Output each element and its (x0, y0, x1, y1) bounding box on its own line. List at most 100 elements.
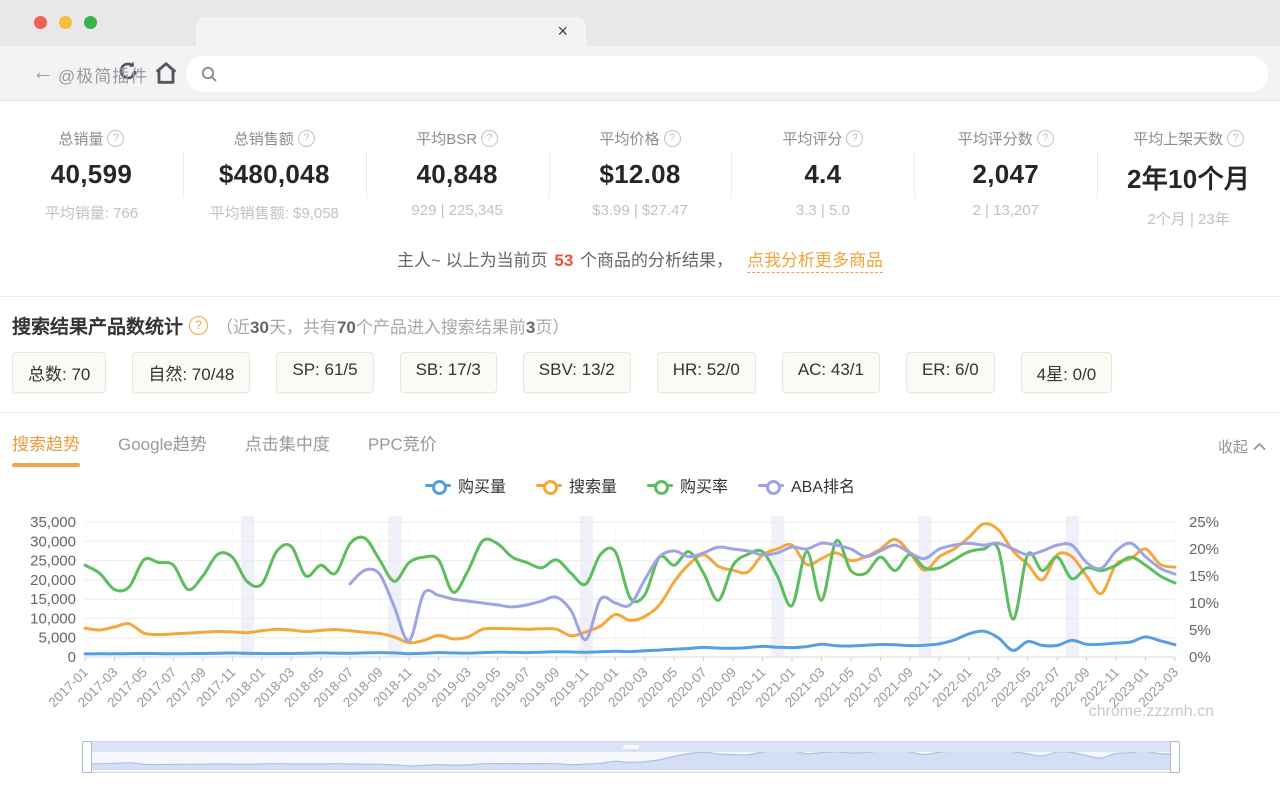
note-segment: 30 (250, 318, 269, 337)
divider (0, 296, 1280, 297)
stat-sub: 2个月 | 23年 (1097, 208, 1280, 229)
datazoom-selected-range[interactable] (86, 742, 1176, 752)
datazoom-left-handle[interactable] (82, 741, 92, 773)
minimize-window-button[interactable] (59, 16, 72, 29)
tab-4[interactable]: PPC竞价 (368, 430, 437, 467)
y-axis-right-tick: 25% (1189, 514, 1219, 531)
window-controls (34, 16, 97, 29)
maximize-window-button[interactable] (84, 16, 97, 29)
stat-sub: 3.3 | 5.0 (731, 202, 914, 219)
y-axis-left-tick: 25,000 (30, 553, 76, 570)
stat-badge[interactable]: HR: 52/0 (657, 352, 756, 393)
stat-label: 平均价格? (600, 128, 681, 149)
divider (0, 412, 1280, 413)
legend-item[interactable]: 搜索量 (536, 473, 617, 497)
stat-value: $12.08 (549, 159, 732, 190)
help-icon[interactable]: ? (664, 130, 681, 147)
stat-label-text: 平均评分数 (958, 128, 1033, 149)
y-axis-right-tick: 5% (1189, 622, 1211, 639)
legend-label: 搜索量 (569, 473, 617, 497)
note-segment: 70 (337, 318, 356, 337)
y-axis-left-tick: 5,000 (38, 630, 76, 647)
stat-label-text: 总销售额 (234, 128, 294, 149)
stat-badge[interactable]: AC: 43/1 (782, 352, 880, 393)
stat-label: 平均BSR? (416, 128, 498, 149)
y-axis-left-tick: 15,000 (30, 591, 76, 608)
stat-label-text: 平均评分 (782, 128, 842, 149)
help-icon[interactable]: ? (298, 130, 315, 147)
note-segment: 天，共有 (269, 318, 337, 337)
chart-legend: 购买量 搜索量 购买率 ABA排名 (0, 473, 1280, 497)
stats-row: 总销量?40,599平均销量: 766总销售额?$480,048平均销售额: $… (0, 116, 1280, 229)
note-segment: 页） (535, 318, 569, 337)
stat-card: 平均评分数?2,0472 | 13,207 (914, 116, 1097, 229)
back-icon[interactable]: ← (32, 59, 54, 85)
product-count: 53 (552, 251, 575, 270)
close-window-button[interactable] (34, 16, 47, 29)
collapse-button[interactable]: 收起 (1218, 436, 1266, 457)
overlay-watermark: @极简插件 (58, 62, 148, 87)
stat-label: 平均评分? (782, 128, 863, 149)
page: × ← @极简插件 总销量?40,599平均销量: 766总销售额?$480,0… (0, 0, 1280, 800)
legend-marker-icon (536, 480, 562, 490)
y-axis-right-tick: 20% (1189, 541, 1219, 558)
tab-2[interactable]: Google趋势 (118, 430, 207, 467)
legend-item[interactable]: 购买量 (425, 473, 506, 497)
note-segment: （近 (216, 318, 250, 337)
legend-label: 购买量 (458, 473, 506, 497)
legend-label: 购买率 (680, 473, 728, 497)
help-icon[interactable]: ? (107, 130, 124, 147)
tab-close-icon[interactable]: × (557, 20, 568, 42)
y-axis-left-tick: 35,000 (30, 514, 76, 531)
help-icon[interactable]: ? (481, 130, 498, 147)
stat-sub: 平均销量: 766 (0, 202, 183, 223)
home-icon[interactable] (152, 59, 180, 92)
help-icon[interactable]: ? (189, 316, 208, 335)
stat-badge[interactable]: SBV: 13/2 (523, 352, 631, 393)
legend-item[interactable]: ABA排名 (758, 473, 855, 497)
section-note: （近30天，共有70个产品进入搜索结果前3页） (216, 313, 569, 338)
browser-tab[interactable]: × (196, 17, 586, 47)
stat-sub: 2 | 13,207 (914, 202, 1097, 219)
search-stats-header: 搜索结果产品数统计 ? （近30天，共有70个产品进入搜索结果前3页） (12, 312, 569, 339)
stat-badge[interactable]: SB: 17/3 (400, 352, 497, 393)
datazoom-right-handle[interactable] (1170, 741, 1180, 773)
stat-badge[interactable]: 自然: 70/48 (132, 352, 250, 393)
browser-chrome: × ← @极简插件 (0, 0, 1280, 100)
legend-item[interactable]: 购买率 (647, 473, 728, 497)
note-segment: 个产品进入搜索结果前 (356, 318, 526, 337)
page-watermark: chrome.zzzmh.cn (1089, 703, 1214, 721)
address-bar[interactable] (186, 56, 1268, 92)
y-axis-right-tick: 0% (1189, 649, 1211, 666)
stat-badge[interactable]: 总数: 70 (12, 352, 106, 393)
stat-label-text: 平均上架天数 (1133, 128, 1223, 149)
y-axis-left-tick: 0 (68, 649, 76, 666)
search-icon (200, 65, 218, 83)
y-axis-right-tick: 15% (1189, 568, 1219, 585)
tab-3[interactable]: 点击集中度 (245, 430, 330, 467)
summary-text: 个商品的分析结果， (575, 251, 733, 270)
datazoom-drag-notch[interactable] (623, 745, 639, 749)
help-icon[interactable]: ? (846, 130, 863, 147)
stat-card: 平均评分? 4.4 3.3 | 5.0 (731, 116, 914, 229)
summary-text: 主人~ 以上为当前页 (397, 251, 552, 270)
stat-badge[interactable]: ER: 6/0 (906, 352, 995, 393)
analyze-more-link[interactable]: 点我分析更多商品 (747, 251, 883, 273)
stat-value: 40,848 (366, 159, 549, 190)
tab-1[interactable]: 搜索趋势 (12, 430, 80, 467)
stat-label-text: 平均BSR (416, 128, 477, 149)
stat-badge[interactable]: 4星: 0/0 (1021, 352, 1113, 393)
badge-row: 总数: 70 自然: 70/48 SP: 61/5 SB: 17/3 SBV: 13/2… (12, 352, 1112, 393)
stat-value: 4.4 (731, 159, 914, 190)
stat-badge[interactable]: SP: 61/5 (276, 352, 373, 393)
stat-value: 40,599 (0, 159, 183, 190)
stat-label: 平均上架天数? (1133, 128, 1244, 149)
help-icon[interactable]: ? (1037, 130, 1054, 147)
help-icon[interactable]: ? (1227, 130, 1244, 147)
datazoom-slider[interactable] (85, 741, 1177, 773)
y-axis-left-tick: 20,000 (30, 572, 76, 589)
stat-value: 2年10个月 (1097, 159, 1280, 196)
collapse-label: 收起 (1218, 436, 1248, 457)
trend-tabs: 搜索趋势 Google趋势 点击集中度 PPC竞价 (12, 430, 437, 466)
legend-marker-icon (425, 480, 451, 490)
